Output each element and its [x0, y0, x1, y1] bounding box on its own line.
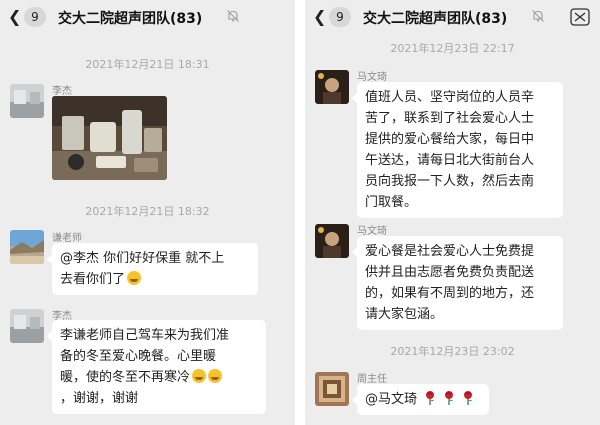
message-timestamp: 2021年12月23日 22:17	[390, 42, 515, 55]
sender-name: 周主任	[357, 374, 387, 385]
message-text-line: 去看你们了	[60, 269, 250, 290]
message-text-line: @李杰 你们好好保重 就不上	[60, 251, 225, 266]
unread-count-badge: 9	[24, 7, 46, 27]
chat-panel-left: ❮ 9 交大二院超声团队(83) 2021年12月21日 18:31 李杰 20…	[0, 0, 295, 425]
back-button[interactable]: ❮ 9	[8, 7, 48, 27]
avatar-ma-wenqi[interactable]	[315, 224, 349, 258]
avatar-ma-wenqi[interactable]	[315, 70, 349, 104]
message-text-line: 暖，使的冬至不再寒冷	[60, 367, 258, 388]
message-text-line: 的，如果有不周到的地方，还	[365, 286, 535, 301]
mute-bell-icon	[532, 10, 544, 22]
sender-name: 马文琦	[357, 72, 387, 83]
crying-emoji-icon	[192, 369, 207, 383]
mute-bell-icon	[227, 10, 239, 22]
message-bubble[interactable]: 李谦老师自己驾车来为我们准 备的冬至爱心晚餐。心里暖 暖，使的冬至不再寒冷 ，谢…	[47, 320, 266, 414]
message-timestamp: 2021年12月23日 23:02	[390, 345, 515, 358]
message-text-line: 值班人员、坚守岗位的人员辛	[365, 90, 535, 105]
chat-header: ❮ 9 交大二院超声团队(83)	[305, 0, 600, 34]
chevron-left-icon: ❮	[313, 7, 327, 26]
avatar-qian-laoshi[interactable]	[10, 230, 44, 264]
message-timestamp: 2021年12月21日 18:31	[85, 58, 210, 71]
message-bubble[interactable]: @李杰 你们好好保重 就不上 去看你们了	[47, 243, 258, 295]
message-text-line: 提供的爱心餐给大家，每日中	[365, 132, 535, 147]
shared-photo[interactable]	[52, 96, 167, 180]
panel-divider	[295, 0, 305, 425]
chevron-left-icon: ❮	[8, 7, 22, 26]
message-bubble[interactable]: 值班人员、坚守岗位的人员辛 苦了，联系到了社会爱心人士 提供的爱心餐给大家，每日…	[352, 82, 563, 218]
message-text-line: 午送达，请每日北大街前台人	[365, 153, 535, 168]
avatar-lijie[interactable]	[10, 309, 44, 343]
rose-emoji-icon	[464, 391, 473, 405]
message-text-line: 门取餐。	[365, 195, 418, 210]
sender-name: 李杰	[52, 86, 72, 97]
message-text-line: 请大家包涵。	[365, 307, 444, 322]
rose-emoji-icon	[426, 391, 435, 405]
chat-header: ❮ 9 交大二院超声团队(83)	[0, 0, 295, 34]
more-icon[interactable]	[570, 8, 590, 26]
message-text-line: 供并且由志愿者免费负责配送	[365, 265, 535, 280]
message-bubble[interactable]: @马文琦	[352, 384, 489, 415]
sender-name: 马文琦	[357, 226, 387, 237]
unread-count-badge: 9	[329, 7, 351, 27]
laughing-crying-emoji-icon	[127, 271, 142, 285]
avatar-lijie[interactable]	[10, 84, 44, 118]
sender-name: 谦老师	[52, 233, 82, 244]
message-text: @马文琦	[365, 392, 418, 407]
message-text-line: 员向我报一下人数，然后去南	[365, 174, 535, 189]
back-button[interactable]: ❮ 9	[313, 7, 353, 27]
rose-emoji-icon	[445, 391, 454, 405]
message-text-line: 苦了，联系到了社会爱心人士	[365, 111, 535, 126]
message-text-line: ，谢谢，谢谢	[60, 391, 139, 406]
message-text-line: 李谦老师自己驾车来为我们准	[60, 328, 230, 343]
crying-emoji-icon	[208, 369, 223, 383]
message-timestamp: 2021年12月21日 18:32	[85, 205, 210, 218]
message-bubble[interactable]: 爱心餐是社会爱心人士免费提 供并且由志愿者免费负责配送 的，如果有不周到的地方，…	[352, 236, 563, 330]
avatar-zhou-zhuren[interactable]	[315, 372, 349, 406]
message-text-line: 备的冬至爱心晚餐。心里暖	[60, 349, 217, 364]
chat-panel-right: ❮ 9 交大二院超声团队(83) 2021年12月23日 22:17 马文琦 值…	[305, 0, 600, 425]
message-text-line: 爱心餐是社会爱心人士免费提	[365, 244, 535, 259]
